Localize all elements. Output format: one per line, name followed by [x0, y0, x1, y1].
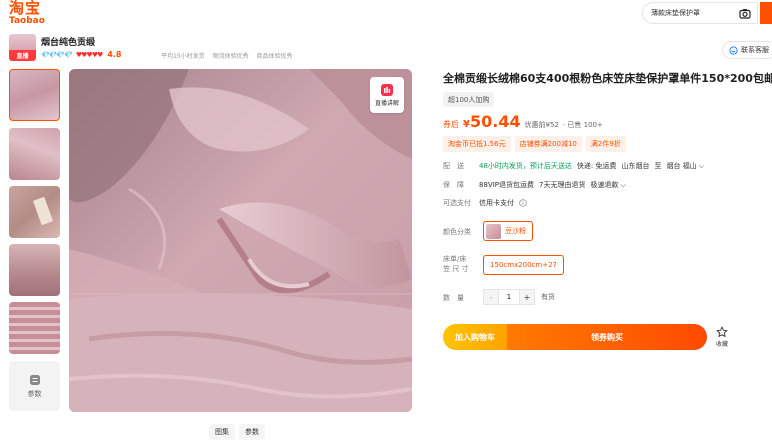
delivery-destination[interactable]: 烟台 福山: [667, 161, 697, 171]
logo-chinese: 淘宝: [9, 0, 42, 17]
camera-icon[interactable]: [737, 5, 753, 21]
sold-count-text: 已售 100+: [567, 121, 603, 129]
shop-meta-item: 商品体验优秀: [256, 53, 293, 60]
stock-status: 有货: [541, 293, 555, 301]
add-to-cart-button[interactable]: 加入购物车: [443, 324, 507, 350]
guarantee-item[interactable]: 极速退款: [590, 180, 618, 190]
color-label: 颜色分类: [443, 228, 471, 236]
delivery-label: 配 送: [443, 162, 464, 170]
params-icon: [29, 374, 40, 385]
info-icon[interactable]: [519, 199, 527, 207]
delivery-to-word: 至: [654, 162, 662, 170]
params-thumbnail[interactable]: 参数: [9, 361, 60, 411]
promo-tag[interactable]: 淘金币已抵1.56元: [443, 136, 511, 152]
size-label: 床单/床 笠 尺 寸: [443, 254, 468, 274]
quantity-plus-button[interactable]: +: [519, 289, 535, 305]
buy-now-button[interactable]: 领券购买: [507, 324, 707, 350]
diamond-rating-icons: 💎💎💎💎: [41, 50, 73, 59]
product-title: 全棉贡缎长绒棉60支400根粉色床笠床垫保护罩单件150*200包邮: [443, 72, 772, 85]
tab-params[interactable]: 参数: [239, 424, 265, 440]
size-label-line: 笠 尺 寸: [443, 265, 469, 273]
thumbnail-1[interactable]: [9, 69, 60, 121]
quantity-stepper: - 1 + 有货: [483, 289, 555, 305]
promo-list: 淘金币已抵1.56元 店铺券满200减10 满2件9折: [443, 136, 626, 152]
favorite-label: 收藏: [716, 341, 729, 348]
sold-count: · 已售 100+: [562, 121, 603, 129]
search-input[interactable]: 薄款床垫保护罩: [651, 8, 737, 18]
shop-live-tag: 直播: [16, 53, 29, 60]
color-option-label: 豆沙粉: [505, 227, 526, 235]
quantity-label: 数 量: [443, 294, 464, 302]
shop-meta-item: 平均15小时发货: [161, 53, 205, 60]
guarantee-label: 保 障: [443, 181, 464, 189]
taobao-logo[interactable]: 淘宝 Taobao: [9, 1, 49, 26]
search-button[interactable]: [760, 2, 772, 24]
heart-rating-icons: ♥♥♥♥♥: [75, 50, 103, 59]
search-box[interactable]: 薄款床垫保护罩: [642, 2, 758, 24]
thumbnail-2[interactable]: [9, 128, 60, 180]
price-row: 券后 ¥ 50.44 优惠前¥52 · 已售 100+: [443, 112, 603, 131]
main-product-image[interactable]: [69, 69, 412, 412]
guarantee-row: 保 障 88VIP退货包运费 7天无理由退货 极速退款 ⌵: [443, 180, 626, 190]
thumbnail-tag-graphic: [33, 197, 53, 225]
sales-chip: 超100人加购: [443, 92, 495, 107]
price-value: 50.44: [469, 112, 521, 131]
delivery-row: 配 送 48小时内发货，预计后天送达 快递: 免运费 山东烟台 至 烟台 福山 …: [443, 161, 704, 171]
payment-value: 信用卡支付: [479, 199, 514, 207]
fitted-sheet-photo: [69, 69, 412, 412]
tab-gallery[interactable]: 图集: [209, 424, 235, 440]
thumbnail-5[interactable]: [9, 302, 60, 354]
service-label: 联系客服: [741, 46, 769, 54]
shop-score: 4.8: [107, 50, 122, 59]
shop-avatar[interactable]: 直播: [9, 34, 36, 61]
thumbnail-4[interactable]: [9, 244, 60, 296]
shop-meta: 平均15小时发货 物流体验优秀 商品体验优秀: [161, 51, 299, 60]
guarantee-item: 88VIP退货包运费: [479, 181, 534, 189]
live-explain-button[interactable]: 直播讲解: [370, 77, 404, 113]
headset-icon: [729, 45, 738, 55]
color-row-label-wrap: 颜色分类: [443, 227, 479, 237]
shop-meta-item: 物流体验优秀: [212, 53, 249, 60]
promo-tag[interactable]: 满2件9折: [585, 136, 626, 152]
promo-tag[interactable]: 店铺券满200减10: [514, 136, 582, 152]
contact-service-button[interactable]: 联系客服: [722, 41, 772, 59]
quantity-label-wrap: 数 量: [443, 293, 479, 303]
thumbnail-3[interactable]: [9, 186, 60, 238]
shop-name[interactable]: 烟台纯色贡缎: [41, 35, 95, 48]
star-icon: [716, 326, 728, 337]
price-prefix: 券后: [443, 120, 459, 129]
quantity-minus-button[interactable]: -: [483, 289, 499, 305]
price-symbol: ¥: [463, 119, 470, 130]
chevron-down-icon[interactable]: ⌵: [620, 181, 625, 190]
delivery-from: 山东烟台: [621, 162, 650, 170]
size-option[interactable]: 150cmx200cm+27: [483, 255, 564, 275]
delivery-time: 48小时内发货，预计后天送达: [479, 162, 572, 170]
color-swatch: [486, 223, 501, 239]
shop-rating: 💎💎💎💎 ♥♥♥♥♥ 4.8: [41, 50, 121, 59]
size-label-line: 床单/床: [443, 255, 467, 263]
original-price: 优惠前¥52: [524, 121, 559, 129]
logo-english: Taobao: [9, 16, 45, 26]
favorite-button[interactable]: 收藏: [716, 326, 728, 348]
image-tabs: 图集 参数: [209, 424, 265, 440]
payment-label: 可选支付: [443, 199, 471, 207]
color-option[interactable]: 豆沙粉: [483, 221, 533, 241]
delivery-fee: 快递: 免运费: [576, 162, 617, 170]
params-label: 参数: [27, 389, 42, 398]
quantity-input[interactable]: 1: [499, 289, 519, 305]
live-icon: [381, 83, 393, 96]
live-badge-label: 直播讲解: [374, 99, 399, 107]
chevron-down-icon[interactable]: ⌵: [699, 162, 704, 171]
payment-row: 可选支付 信用卡支付: [443, 198, 527, 208]
guarantee-item: 7天无理由退货: [538, 181, 586, 189]
